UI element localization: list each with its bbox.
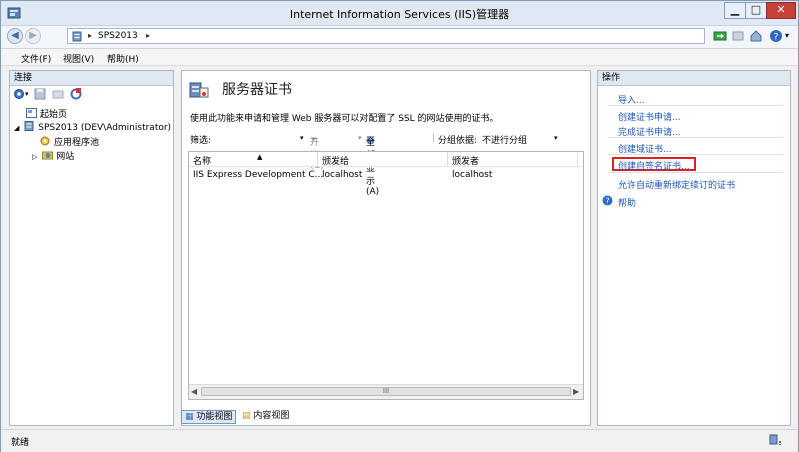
tab-features-view[interactable]: ▦ 功能视图	[181, 410, 237, 424]
filter-label: 筛选:	[190, 136, 212, 146]
cell-name: IIS Express Development C...	[193, 170, 324, 180]
expand-collapse-icon[interactable]: ◢	[14, 124, 19, 132]
iis-manager-window: Internet Information Services (IIS)管理器 ▁…	[0, 0, 799, 452]
filter-bar: 筛选: ▾ ⏷开始(G) ▾ ▦ 全部显示(A) | 分组依据: 不进行分组 ▾	[188, 131, 586, 197]
network-status-icon	[769, 434, 781, 445]
server-certificates-icon	[189, 82, 209, 98]
help-icon[interactable]: ?	[602, 195, 613, 206]
column-header-issued-by[interactable]: 颁发者	[452, 154, 479, 167]
certificates-table: 名称 ▲ 颁发给 颁发者 IIS Express Development C..…	[188, 151, 584, 400]
breadcrumb-item-sps2013[interactable]: SPS2013	[98, 31, 138, 41]
tree-label: 应用程序池	[54, 138, 100, 148]
up-icon[interactable]	[52, 88, 64, 100]
minimize-button[interactable]: ▁	[724, 2, 746, 19]
column-divider[interactable]	[317, 152, 318, 166]
group-by-dropdown-icon[interactable]: ▾	[554, 134, 558, 142]
tree-item-start-page[interactable]: 起始页	[26, 107, 67, 120]
filter-input[interactable]	[212, 132, 298, 144]
tree-item-sites[interactable]: ▷ 网站	[32, 149, 74, 162]
tree-label: SPS2013 (DEV\Administrator)	[38, 123, 172, 133]
connections-toolbar: ▾	[10, 86, 173, 102]
filter-dropdown-icon[interactable]: ▾	[300, 134, 304, 142]
app-pool-icon	[40, 136, 50, 146]
maximize-button[interactable]: □	[745, 2, 767, 19]
action-help[interactable]: 帮助	[618, 196, 636, 209]
cell-issued-to: localhost	[322, 170, 363, 180]
home-icon[interactable]	[749, 29, 763, 43]
connect-to-server-icon[interactable]	[13, 88, 25, 100]
window-title: Internet Information Services (IIS)管理器	[289, 8, 510, 21]
tree-label: 起始页	[40, 110, 68, 120]
cell-issued-by: localhost	[452, 170, 493, 180]
action-divider	[608, 105, 783, 106]
toolbar-divider: |	[432, 133, 436, 143]
status-text: 就绪	[11, 438, 30, 448]
menu-bar: 文件(F) 视图(V) 帮助(H)	[1, 49, 798, 66]
group-by-select[interactable]: 不进行分组	[482, 133, 527, 146]
action-divider	[608, 154, 783, 155]
group-by-label: 分组依据:	[438, 136, 478, 146]
tree-item-server[interactable]: ◢ SPS2013 (DEV\Administrator)	[14, 121, 171, 133]
menu-help[interactable]: 帮助(H)	[107, 52, 139, 65]
action-divider	[608, 137, 783, 138]
view-tabs: ▦ 功能视图 ▤ 内容视图	[181, 409, 591, 425]
tab-content-view[interactable]: ▤ 内容视图	[239, 410, 292, 424]
connect-dropdown-icon[interactable]: ▾	[25, 90, 29, 98]
horizontal-scrollbar[interactable]: ◀ III ▶	[189, 384, 583, 399]
connect-icon[interactable]	[713, 29, 727, 43]
action-divider	[608, 172, 783, 173]
help-icon[interactable]: ?	[769, 29, 783, 43]
scroll-left-icon[interactable]: ◀	[191, 387, 197, 396]
close-button[interactable]: ✕	[766, 2, 796, 19]
back-arrow-icon: ◀	[11, 30, 19, 41]
save-icon[interactable]	[34, 88, 46, 100]
expand-icon[interactable]: ▷	[32, 153, 37, 161]
tab-label: 内容视图	[253, 411, 290, 421]
breadcrumb[interactable]: ▸ SPS2013 ▸	[67, 28, 705, 44]
column-divider[interactable]	[447, 152, 448, 166]
help-dropdown-icon[interactable]: ▾	[785, 31, 789, 40]
page-title: 服务器证书	[222, 82, 292, 98]
breadcrumb-separator-icon: ▸	[88, 31, 93, 40]
scroll-thumb[interactable]: III	[201, 387, 571, 396]
table-header: 名称 ▲ 颁发给 颁发者	[189, 152, 583, 167]
menu-view[interactable]: 视图(V)	[63, 52, 94, 65]
content-view-icon: ▤	[242, 411, 251, 421]
server-icon	[24, 121, 34, 131]
svg-text:?: ?	[774, 33, 779, 43]
feature-pane: 服务器证书 使用此功能来申请和管理 Web 服务器可以对配置了 SSL 的网站使…	[181, 70, 591, 426]
actions-panel: 操作 导入... 创建证书申请... 完成证书申请... 创建域证书... 创建…	[597, 70, 791, 426]
features-view-icon: ▦	[185, 412, 194, 422]
action-create-self-signed-certificate[interactable]: 创建自签名证书...	[618, 159, 690, 172]
server-icon	[72, 31, 82, 42]
action-create-certificate-request[interactable]: 创建证书申请...	[618, 110, 681, 123]
connections-header: 连接	[10, 71, 173, 86]
title-bar[interactable]: Internet Information Services (IIS)管理器 ▁…	[1, 1, 798, 26]
scroll-right-icon[interactable]: ▶	[573, 387, 579, 396]
tab-label: 功能视图	[196, 412, 233, 422]
sites-folder-icon	[42, 151, 54, 160]
start-page-icon	[26, 108, 37, 118]
connections-panel: 连接 ▾ 起始页 ◢ SPS2013 (DEV\Administrator) 应…	[9, 70, 174, 426]
menu-file[interactable]: 文件(F)	[21, 52, 51, 65]
column-header-issued-to[interactable]: 颁发给	[322, 154, 349, 167]
breadcrumb-separator-icon[interactable]: ▸	[146, 31, 150, 40]
actions-header: 操作	[598, 71, 790, 86]
forward-button[interactable]: ▶	[25, 28, 41, 44]
start-dropdown-icon[interactable]: ▾	[358, 134, 362, 142]
refresh-icon[interactable]	[70, 88, 82, 100]
svg-text:?: ?	[605, 197, 609, 206]
tree-item-app-pools[interactable]: 应用程序池	[40, 135, 99, 148]
column-divider[interactable]	[577, 152, 578, 166]
forward-arrow-icon: ▶	[29, 30, 37, 41]
column-header-name[interactable]: 名称	[193, 154, 211, 167]
sort-ascending-icon: ▲	[257, 153, 263, 161]
feature-description: 使用此功能来申请和管理 Web 服务器可以对配置了 SSL 的网站使用的证书。	[190, 114, 499, 124]
action-allow-auto-rebind[interactable]: 允许自动重新绑定续订的证书	[618, 178, 735, 191]
back-button[interactable]: ◀	[7, 28, 23, 44]
address-bar: ◀ ▶ ▸ SPS2013 ▸ ? ▾	[1, 26, 798, 49]
stop-icon[interactable]	[731, 29, 745, 43]
tree-label: 网站	[56, 152, 75, 162]
status-bar: 就绪	[1, 429, 798, 452]
